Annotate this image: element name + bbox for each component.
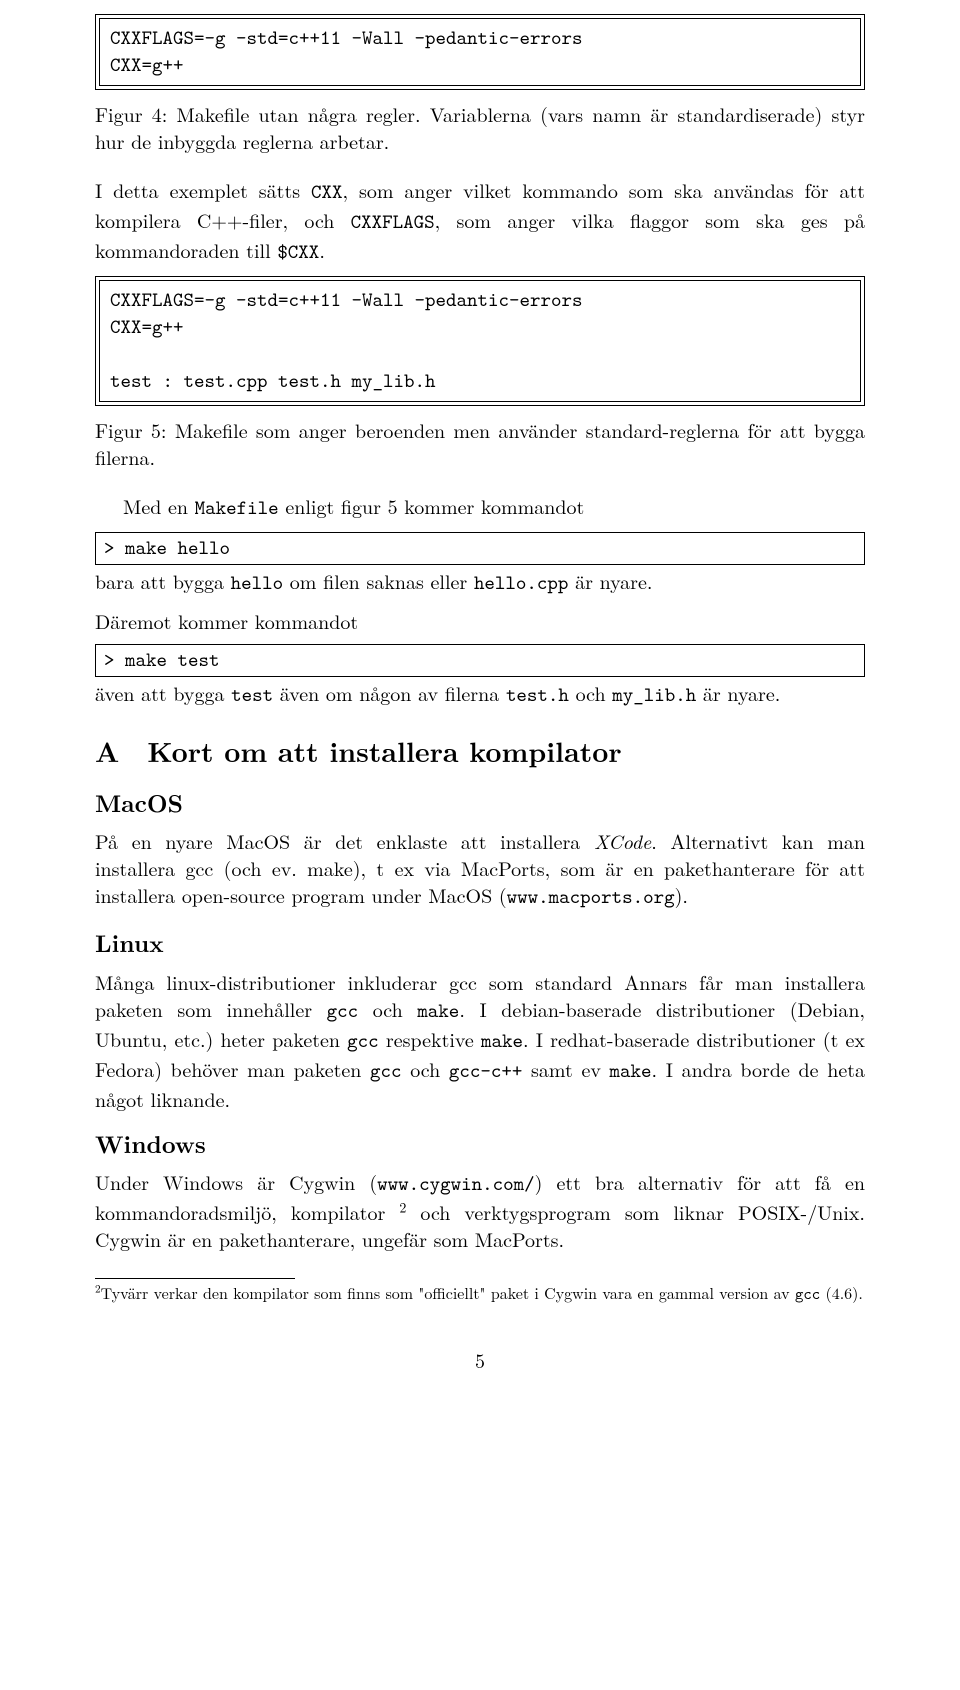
text: respektive xyxy=(379,1024,481,1053)
text: även att bygga xyxy=(95,678,231,707)
footnote-2: 2Tyvärr verkar den kompilator som finns … xyxy=(95,1283,865,1306)
paragraph-windows: Under Windows är Cygwin (www.cygwin.com/… xyxy=(95,1168,865,1252)
text: även om någon av filerna xyxy=(273,678,506,707)
subheading-macos: MacOS xyxy=(95,787,865,819)
paragraph-hello-build: bara att bygga hello om filen saknas ell… xyxy=(95,567,865,597)
text: ). xyxy=(675,880,688,909)
text: Tyvärr verkar den kompilator som finns s… xyxy=(101,1281,795,1304)
code-inline: www.macports.org xyxy=(507,884,675,910)
code-content: CXXFLAGS=-g -std=c++11 -Wall -pedantic-e… xyxy=(99,280,861,402)
code-inline: my_lib.h xyxy=(612,682,696,708)
code-box-figure-5: CXXFLAGS=-g -std=c++11 -Wall -pedantic-e… xyxy=(95,276,865,406)
code-inline: Makefile xyxy=(195,495,279,521)
code-inline: make xyxy=(610,1058,652,1084)
subheading-linux: Linux xyxy=(95,927,865,959)
paragraph-daremot: Däremot kommer kommandot xyxy=(95,607,865,634)
code-inline: www.cygwin.com/ xyxy=(377,1171,535,1197)
paragraph-cxx-explanation: I detta exemplet sätts CXX, som anger vi… xyxy=(95,176,865,266)
text: samt ev xyxy=(522,1054,609,1083)
text: och xyxy=(402,1054,449,1083)
code-inline: hello xyxy=(231,570,284,596)
code-inline: gcc xyxy=(327,998,359,1024)
text: och xyxy=(358,994,417,1023)
text: Under Windows är Cygwin ( xyxy=(95,1167,377,1196)
italic-text: XCode xyxy=(594,826,651,855)
text: enligt figur 5 kommer kommandot xyxy=(279,491,585,520)
code-box-figure-4: CXXFLAGS=-g -std=c++11 -Wall -pedantic-e… xyxy=(95,14,865,90)
code-inline: CXXFLAGS xyxy=(351,209,435,235)
document-page: CXXFLAGS=-g -std=c++11 -Wall -pedantic-e… xyxy=(0,0,960,1690)
text: och xyxy=(569,678,612,707)
paragraph-linux: Många linux-distributioner inkluderar gc… xyxy=(95,968,865,1112)
paragraph-test-build: även att bygga test även om någon av fil… xyxy=(95,679,865,709)
code-inline: CXX xyxy=(311,179,343,205)
text: I detta exemplet sätts xyxy=(95,175,311,204)
page-number: 5 xyxy=(95,1346,865,1373)
paragraph-macos: På en nyare MacOS är det enklaste att in… xyxy=(95,827,865,911)
code-inline: test xyxy=(231,682,273,708)
figure-4-caption: Figur 4: Makefile utan några regler. Var… xyxy=(95,100,865,154)
text: om filen saknas eller xyxy=(283,566,474,595)
figure-5-caption: Figur 5: Makefile som anger beroenden me… xyxy=(95,416,865,470)
text: Med en xyxy=(123,491,195,520)
footnote-rule xyxy=(95,1278,295,1279)
command-box-make-test: > make test xyxy=(95,644,865,677)
code-inline: make xyxy=(417,998,459,1024)
text: bara att bygga xyxy=(95,566,231,595)
code-inline: test.h xyxy=(506,682,569,708)
code-inline: make xyxy=(481,1028,523,1054)
code-content: CXXFLAGS=-g -std=c++11 -Wall -pedantic-e… xyxy=(99,18,861,86)
text: På en nyare MacOS är det enklaste att in… xyxy=(95,826,594,855)
code-inline: gcc-c++ xyxy=(449,1058,523,1084)
code-inline: gcc xyxy=(347,1028,379,1054)
appendix-a-heading: A Kort om att installera kompilator xyxy=(95,733,865,771)
code-inline: hello.cpp xyxy=(474,570,569,596)
text: (4.6). xyxy=(820,1281,863,1304)
code-inline: gcc xyxy=(370,1058,402,1084)
text: är nyare. xyxy=(696,678,780,707)
text: . xyxy=(319,235,325,264)
command-box-make-hello: > make hello xyxy=(95,532,865,565)
text: är nyare. xyxy=(568,566,652,595)
paragraph-makefile-intro: Med en Makefile enligt figur 5 kommer ko… xyxy=(95,492,865,522)
code-inline: gcc xyxy=(795,1284,820,1305)
code-inline: $CXX xyxy=(277,239,319,265)
subheading-windows: Windows xyxy=(95,1128,865,1160)
